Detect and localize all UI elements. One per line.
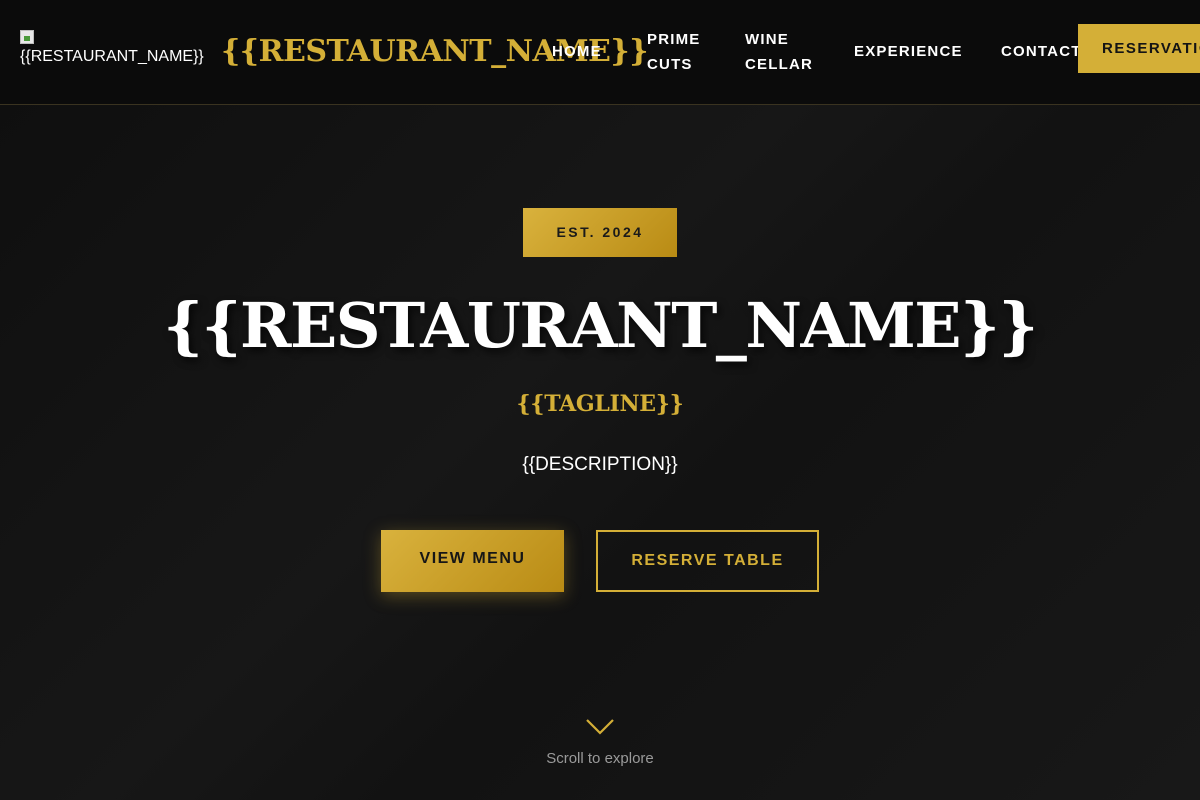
logo-alt-text: {{RESTAURANT_NAME}}	[20, 48, 204, 65]
scroll-hint: Scroll to explore	[546, 750, 654, 767]
nav-wine-cellar[interactable]: WINE CELLAR	[745, 27, 815, 77]
hero-description: {{DESCRIPTION}}	[522, 454, 678, 475]
chevron-down-icon[interactable]	[584, 716, 616, 738]
hero-tagline: {{TAGLINE}}	[516, 391, 684, 417]
nav-home[interactable]: HOME	[552, 39, 602, 64]
logo-image[interactable]: {{RESTAURANT_NAME}}	[20, 30, 210, 70]
nav-prime-cuts[interactable]: PRIME CUTS	[647, 27, 711, 77]
nav-contact[interactable]: CONTACT	[1001, 39, 1082, 64]
site-header: {{RESTAURANT_NAME}} {{RESTAURANT_NAME}} …	[0, 0, 1200, 105]
reservations-button[interactable]: RESERVATIONS	[1078, 24, 1200, 73]
view-menu-button[interactable]: VIEW MENU	[381, 530, 564, 592]
established-badge: EST. 2024	[523, 208, 677, 257]
page: {{RESTAURANT_NAME}} {{RESTAURANT_NAME}} …	[0, 0, 1200, 800]
nav-experience[interactable]: EXPERIENCE	[854, 39, 963, 64]
broken-image-icon	[20, 30, 34, 44]
reserve-table-button[interactable]: RESERVE TABLE	[596, 530, 819, 592]
hero-title: {{RESTAURANT_NAME}}	[163, 289, 1038, 362]
